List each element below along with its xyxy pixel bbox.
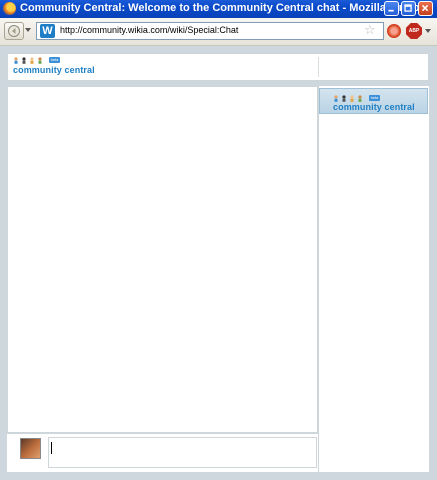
- text-caret: [51, 442, 52, 454]
- site-favicon: W: [40, 24, 55, 38]
- history-dropdown-icon[interactable]: [25, 28, 31, 32]
- maximize-icon: [404, 4, 412, 12]
- minimize-icon: [388, 9, 394, 12]
- back-button[interactable]: [4, 22, 24, 40]
- minimize-button[interactable]: [384, 1, 399, 16]
- message-input[interactable]: [48, 437, 317, 468]
- firefox-icon: [3, 2, 16, 15]
- adblock-icon: ABP: [406, 23, 422, 39]
- community-central-logo[interactable]: beta community central: [13, 57, 103, 77]
- bookmark-star-icon[interactable]: ☆: [364, 24, 376, 38]
- maximize-button[interactable]: [401, 1, 416, 16]
- avatar[interactable]: [20, 438, 41, 459]
- window-titlebar[interactable]: Community Central: Welcome to the Commun…: [0, 0, 437, 18]
- room-logo: beta community central: [333, 95, 427, 113]
- compose-area: [7, 434, 318, 472]
- room-badge: beta: [369, 95, 380, 101]
- logo-badge: beta: [49, 57, 60, 63]
- page-bottom-strip: [0, 472, 437, 480]
- back-icon: [8, 25, 20, 37]
- user-list-panel: beta community central: [318, 86, 429, 472]
- url-input[interactable]: http://community.wikia.com/wiki/Special:…: [60, 25, 238, 35]
- header-divider: [318, 57, 319, 77]
- stop-icon[interactable]: [387, 24, 401, 38]
- room-list-item[interactable]: beta community central: [319, 88, 428, 114]
- navigation-toolbar: W http://community.wikia.com/wiki/Specia…: [0, 18, 437, 46]
- close-button[interactable]: [418, 1, 433, 16]
- room-name: community central: [333, 102, 415, 112]
- url-bar[interactable]: W http://community.wikia.com/wiki/Specia…: [36, 22, 384, 40]
- adblock-button[interactable]: ABP: [404, 22, 432, 40]
- chat-message-area[interactable]: [7, 86, 318, 433]
- adblock-dropdown-icon[interactable]: [425, 29, 431, 33]
- page-viewport: beta community central beta community ce…: [0, 46, 437, 480]
- chat-header: beta community central: [7, 53, 429, 81]
- logo-wordmark: community central: [13, 65, 95, 75]
- close-icon: [421, 4, 429, 12]
- window-title: Community Central: Welcome to the Commun…: [20, 2, 426, 14]
